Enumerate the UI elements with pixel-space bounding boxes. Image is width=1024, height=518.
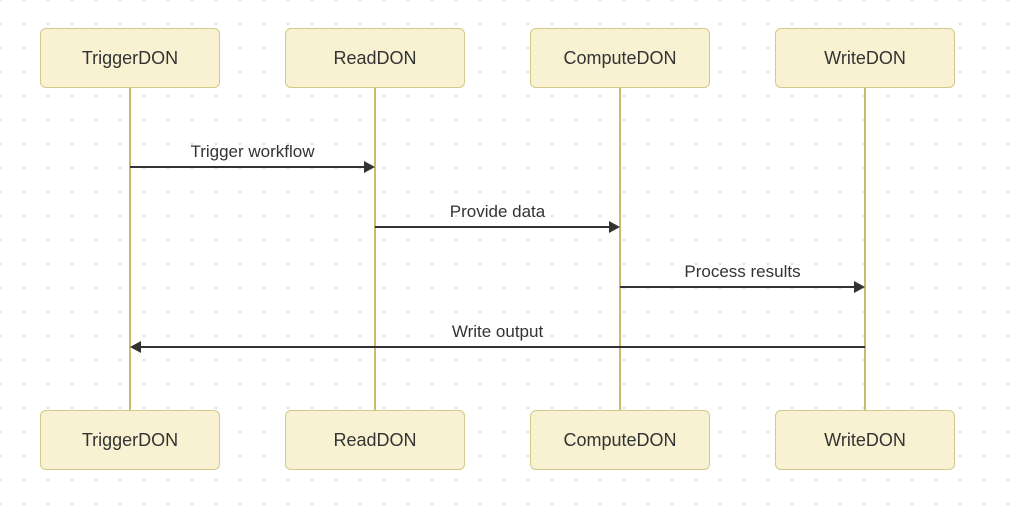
participant-bottom-computedon: ComputeDON [530,410,710,470]
lifeline-readdon [374,88,376,410]
participant-label: ComputeDON [563,430,676,451]
message-label-process-results: Process results [620,262,865,282]
message-arrow-provide-data [375,226,609,228]
message-label-provide-data: Provide data [375,202,620,222]
lifeline-computedon [619,88,621,410]
arrow-head-icon [609,221,620,233]
arrow-head-icon [130,341,141,353]
participant-label: TriggerDON [82,430,178,451]
message-label-trigger-workflow: Trigger workflow [130,142,375,162]
participant-bottom-triggerdon: TriggerDON [40,410,220,470]
participant-top-triggerdon: TriggerDON [40,28,220,88]
participant-top-readdon: ReadDON [285,28,465,88]
participant-label: ComputeDON [563,48,676,69]
participant-top-writedon: WriteDON [775,28,955,88]
lifeline-triggerdon [129,88,131,410]
message-arrow-trigger-workflow [130,166,364,168]
participant-label: WriteDON [824,430,906,451]
arrow-head-icon [364,161,375,173]
message-label-write-output: Write output [130,322,865,342]
participant-top-computedon: ComputeDON [530,28,710,88]
arrow-head-icon [854,281,865,293]
message-arrow-process-results [620,286,854,288]
lifeline-writedon [864,88,866,410]
participant-label: TriggerDON [82,48,178,69]
participant-label: ReadDON [333,430,416,451]
participant-bottom-writedon: WriteDON [775,410,955,470]
message-arrow-write-output [141,346,865,348]
participant-label: ReadDON [333,48,416,69]
participant-bottom-readdon: ReadDON [285,410,465,470]
participant-label: WriteDON [824,48,906,69]
